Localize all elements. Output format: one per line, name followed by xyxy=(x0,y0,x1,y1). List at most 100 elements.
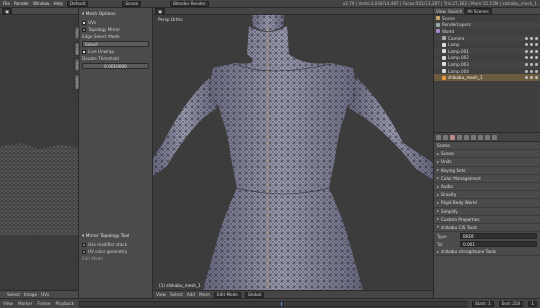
timeline-frame[interactable]: Frame xyxy=(37,301,50,306)
current-frame[interactable]: 1 xyxy=(528,300,537,307)
property-section-label: Gravity xyxy=(441,192,457,198)
visibility-icon[interactable] xyxy=(525,62,538,66)
uv-header: ▣ xyxy=(0,8,78,15)
menu-render[interactable]: Render xyxy=(14,1,29,6)
property-section-label: Keying Sets xyxy=(441,167,466,173)
scene-dropdown[interactable]: Scene xyxy=(122,0,142,7)
visibility-icon[interactable] xyxy=(525,76,538,80)
property-section-label: Scene xyxy=(441,151,454,157)
uvs-checkbox[interactable] xyxy=(82,20,86,25)
tab-options[interactable]: Options xyxy=(74,74,80,90)
uv-menu-select[interactable]: Select xyxy=(7,292,20,297)
visibility-icon[interactable] xyxy=(525,69,538,73)
mirror-row: Topology Mirror xyxy=(82,27,149,32)
menu-mesh[interactable]: Mesh xyxy=(199,292,210,297)
visibility-icon[interactable] xyxy=(525,43,538,47)
constraints-tab-icon[interactable] xyxy=(471,134,476,140)
uv-menu-uvs[interactable]: UVs xyxy=(41,292,49,297)
outliner-row[interactable]: World xyxy=(434,28,540,35)
outliner-row[interactable]: Lamp xyxy=(434,41,540,48)
visibility-icon[interactable] xyxy=(525,56,538,60)
menu-select[interactable]: Select xyxy=(170,292,183,297)
tab-shading[interactable]: Shad xyxy=(74,58,80,72)
mesh-options-header[interactable]: ▾ Mesh Options xyxy=(82,12,149,17)
data-tab-icon[interactable] xyxy=(485,134,490,140)
menu-add[interactable]: Add xyxy=(187,292,195,297)
outliner-row[interactable]: Lamp.003 xyxy=(434,61,540,68)
editor-type-button[interactable]: ▣ xyxy=(2,8,12,14)
outliner-row[interactable]: Lamp.004 xyxy=(434,68,540,75)
3d-viewport[interactable]: ▣ Persp Ortho (1) shikabu_mesh_1 View Se… xyxy=(153,8,433,298)
mirror-topology-header[interactable]: ▾ Mirror Topology Tool xyxy=(82,234,151,239)
property-section[interactable]: Audio xyxy=(434,183,540,192)
timeline-marker[interactable]: Marker xyxy=(18,301,32,306)
start-frame[interactable]: Start: 1 xyxy=(471,300,494,307)
layers-tab-icon[interactable] xyxy=(443,134,448,140)
scene-filter-dropdown[interactable]: All Scenes xyxy=(464,8,492,14)
timeline-playback[interactable]: Playback xyxy=(55,301,74,306)
property-section[interactable]: Units xyxy=(434,158,540,167)
menu-view[interactable]: View xyxy=(156,292,166,297)
menu-file[interactable]: File xyxy=(3,1,10,6)
end-frame[interactable]: End: 250 xyxy=(498,300,524,307)
outliner-menu-search[interactable]: Search xyxy=(448,9,462,14)
mode-dropdown[interactable]: Edit Mode xyxy=(214,291,241,298)
outliner-row[interactable]: Camera xyxy=(434,34,540,42)
properties-tabs xyxy=(434,133,540,142)
tab-create[interactable]: Create xyxy=(74,42,80,56)
property-section[interactable]: Color Management xyxy=(434,175,540,183)
double-threshold-field[interactable]: 0.0010000 xyxy=(82,63,149,69)
bottom-item-2[interactable]: UV color geometry xyxy=(82,249,151,254)
uv-editor[interactable]: ▣ Select Image UVs xyxy=(0,8,78,298)
render-tab-icon[interactable] xyxy=(436,134,441,140)
type-row: Type BRDF xyxy=(434,232,540,240)
material-tab-icon[interactable] xyxy=(492,134,497,140)
outliner-row[interactable]: RenderLayers xyxy=(434,21,540,29)
live-unwrap-checkbox[interactable] xyxy=(82,49,86,54)
type-field[interactable]: BRDF xyxy=(460,233,537,240)
menu-window[interactable]: Window xyxy=(33,1,50,6)
outliner-row[interactable]: Lamp.001 xyxy=(434,47,540,55)
outliner-row-label: Lamp xyxy=(448,42,460,48)
world-tab-icon[interactable] xyxy=(457,134,462,140)
object-type-icon xyxy=(436,29,440,34)
timeline-view[interactable]: View xyxy=(3,301,13,306)
tab-tools[interactable]: Tools xyxy=(74,26,80,40)
outliner-row[interactable]: Lamp.002 xyxy=(434,55,540,62)
menu-help[interactable]: Help xyxy=(53,1,63,6)
modifiers-tab-icon[interactable] xyxy=(478,134,483,140)
visibility-icon[interactable] xyxy=(525,49,538,53)
outliner-row[interactable]: Scene xyxy=(434,15,540,22)
outliner: View Search All Scenes Scene RenderLayers… xyxy=(433,8,540,132)
timeline-scrubber[interactable] xyxy=(79,300,467,307)
property-section[interactable]: Scene xyxy=(434,150,540,159)
scene-tab-icon[interactable] xyxy=(450,134,455,140)
render-engine-dropdown[interactable]: Blender Render xyxy=(170,0,209,7)
tol-field[interactable]: 0.001 xyxy=(460,241,537,248)
outliner-row[interactable]: shikabu_mesh_1 xyxy=(434,74,540,81)
layout-dropdown[interactable]: Default xyxy=(67,0,89,7)
property-section[interactable]: Custom Properties xyxy=(434,216,540,224)
outliner-row-label: Camera xyxy=(448,35,465,41)
object-tab-icon[interactable] xyxy=(464,134,469,140)
property-section[interactable]: Gravity xyxy=(434,191,540,200)
visibility-icon[interactable] xyxy=(525,36,538,40)
uv-menu-image[interactable]: Image xyxy=(24,292,37,297)
double-threshold-label: Double Threshold xyxy=(82,56,119,61)
last-section[interactable]: shikabu shirogitsune Tools xyxy=(434,248,540,257)
property-section[interactable]: Keying Sets xyxy=(434,167,540,175)
editor-type-button[interactable]: ▣ xyxy=(155,8,165,14)
property-section[interactable]: Simplify xyxy=(434,208,540,216)
outliner-menu-view[interactable]: View xyxy=(436,9,446,14)
mirror-checkbox[interactable] xyxy=(82,27,86,32)
pivot-dropdown[interactable]: Global xyxy=(244,291,265,298)
edge-select-dropdown[interactable]: Select xyxy=(82,41,149,47)
property-section-label: Audio xyxy=(441,184,453,190)
property-section[interactable]: shikabu CIS Tools xyxy=(434,224,540,233)
top-menu-bar: File Render Window Help Default Scene Bl… xyxy=(0,0,540,8)
object-type-icon xyxy=(442,75,446,80)
viewport-footer: View Select Add Mesh Edit Mode Global xyxy=(153,290,433,298)
property-section-label: Units xyxy=(441,159,452,165)
property-section[interactable]: Rigid Body World xyxy=(434,199,540,208)
bottom-item-1[interactable]: Use modifier stack xyxy=(82,242,151,247)
